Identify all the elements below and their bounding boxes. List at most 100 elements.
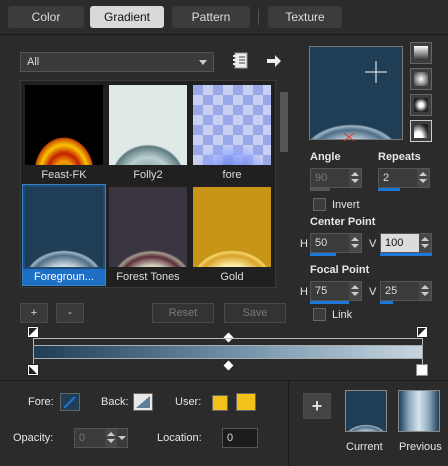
bottom-left-marker[interactable] <box>27 364 39 376</box>
top-right-marker[interactable] <box>416 326 428 338</box>
angle-slider <box>310 188 330 191</box>
focal-v-label: V <box>369 286 377 298</box>
location-input[interactable]: 0 <box>222 428 258 448</box>
gradient-strip[interactable] <box>33 345 423 359</box>
current-label: Current <box>346 441 383 453</box>
angle-input: 90 <box>310 168 362 188</box>
focal-h-label: H <box>300 286 308 298</box>
opacity-value: 0 <box>79 432 86 444</box>
bottom-right-marker[interactable] <box>416 364 428 376</box>
focal-v-slider[interactable] <box>380 301 393 304</box>
opacity-stepper <box>105 429 117 447</box>
center-point-crosshair-icon[interactable] <box>365 61 387 83</box>
repeats-value: 2 <box>383 172 390 184</box>
location-value: 0 <box>227 432 234 444</box>
background-color-swatch[interactable] <box>133 393 153 411</box>
header-divider <box>0 34 448 35</box>
focal-h-value: 75 <box>315 285 328 297</box>
link-label: Link <box>332 309 353 321</box>
back-label: Back: <box>101 396 129 408</box>
focal-h-input[interactable]: 75 <box>310 281 362 301</box>
location-label: Location: <box>157 432 202 444</box>
link-checkbox[interactable] <box>313 308 326 321</box>
gradient-thumb-folly2[interactable]: Folly2 <box>107 83 189 183</box>
angle-value: 90 <box>315 172 328 184</box>
focal-v-input[interactable]: 25 <box>380 281 432 301</box>
new-gradient-button[interactable]: + <box>303 393 331 419</box>
user-label: User: <box>175 396 202 408</box>
center-h-slider[interactable] <box>310 253 336 256</box>
save-button[interactable]: Save <box>224 303 286 323</box>
current-gradient-preview[interactable] <box>345 390 387 432</box>
color-midpoint-marker[interactable] <box>223 360 234 371</box>
angle-stepper <box>349 169 361 187</box>
invert-label: Invert <box>332 199 360 211</box>
scrollbar-thumb[interactable] <box>280 92 288 152</box>
opacity-track <box>33 338 423 339</box>
gradient-thumb-label: Folly2 <box>133 169 163 181</box>
reset-button[interactable]: Reset <box>152 303 214 323</box>
sunburst-style-button[interactable] <box>410 94 432 116</box>
center-v-input[interactable]: 100 <box>380 233 432 253</box>
focal-point-label: Focal Point <box>310 264 370 276</box>
gallery-scrollbar[interactable] <box>279 80 289 288</box>
chevron-down-icon <box>199 60 207 65</box>
center-v-label: V <box>369 238 377 250</box>
remove-gradient-button[interactable]: - <box>56 303 84 323</box>
bottom-vertical-divider <box>288 381 289 466</box>
user-color-swatch[interactable] <box>212 395 228 411</box>
gradient-thumb-forest-tones[interactable]: Forest Tones <box>107 185 189 285</box>
center-h-input[interactable]: 50 <box>310 233 362 253</box>
center-v-value: 100 <box>385 237 404 249</box>
gradient-thumb-label: fore <box>222 169 242 181</box>
center-v-stepper[interactable] <box>419 234 431 252</box>
category-dropdown[interactable]: All <box>20 52 214 72</box>
opacity-input: 0 <box>74 428 128 448</box>
add-gradient-button[interactable]: + <box>20 303 48 323</box>
angle-label: Angle <box>310 151 341 163</box>
opacity-dropdown-icon <box>117 429 127 447</box>
tab-gradient[interactable]: Gradient <box>90 6 164 28</box>
opacity-label: Opacity: <box>13 432 54 444</box>
focal-v-value: 25 <box>385 285 398 297</box>
arrow-right-icon[interactable] <box>266 54 282 68</box>
gradient-thumb-label: Feast-FK <box>41 169 87 181</box>
repeats-slider[interactable] <box>378 188 400 191</box>
repeats-label: Repeats <box>378 151 421 163</box>
opacity-track-right <box>422 338 423 345</box>
gradient-thumb-feast-fk[interactable]: Feast-FK <box>23 83 105 183</box>
focal-h-slider[interactable] <box>310 301 349 304</box>
focal-point-marker-icon[interactable] <box>344 133 354 141</box>
bottom-divider <box>0 380 448 381</box>
focal-v-stepper[interactable] <box>419 282 431 300</box>
gradient-thumb-label: Foregroun... <box>23 269 105 285</box>
opacity-track-left <box>33 338 34 345</box>
gradient-thumb-label: Gold <box>220 271 244 283</box>
gradient-thumb-fore[interactable]: fore <box>191 83 273 183</box>
tab-texture[interactable]: Texture <box>268 6 342 28</box>
tab-pattern[interactable]: Pattern <box>172 6 250 28</box>
library-icon[interactable] <box>233 52 249 70</box>
focal-h-stepper[interactable] <box>349 282 361 300</box>
radial-style-button[interactable] <box>410 120 432 142</box>
user-color-swatch-alt[interactable] <box>236 393 256 411</box>
fore-label: Fore: <box>28 396 54 408</box>
foreground-color-swatch[interactable] <box>60 393 80 411</box>
gradient-gallery: Feast-FK Folly2 fore Foregroun... Forest… <box>20 80 276 288</box>
gradient-thumb-gold[interactable]: Gold <box>191 185 273 285</box>
repeats-input[interactable]: 2 <box>378 168 430 188</box>
rectangular-style-button[interactable] <box>410 68 432 90</box>
tab-color[interactable]: Color <box>8 6 84 28</box>
center-v-slider[interactable] <box>380 253 432 256</box>
gradient-thumb-label: Forest Tones <box>116 271 180 283</box>
invert-checkbox[interactable] <box>313 198 326 211</box>
center-h-stepper[interactable] <box>349 234 361 252</box>
top-left-marker[interactable] <box>27 326 39 338</box>
previous-label: Previous <box>399 441 442 453</box>
repeats-stepper[interactable] <box>417 169 429 187</box>
gradient-preview[interactable] <box>309 46 403 141</box>
linear-style-button[interactable] <box>410 42 432 64</box>
previous-gradient-preview[interactable] <box>398 390 440 432</box>
gradient-thumb-foreground[interactable]: Foregroun... <box>22 184 106 286</box>
category-dropdown-value: All <box>27 56 40 68</box>
